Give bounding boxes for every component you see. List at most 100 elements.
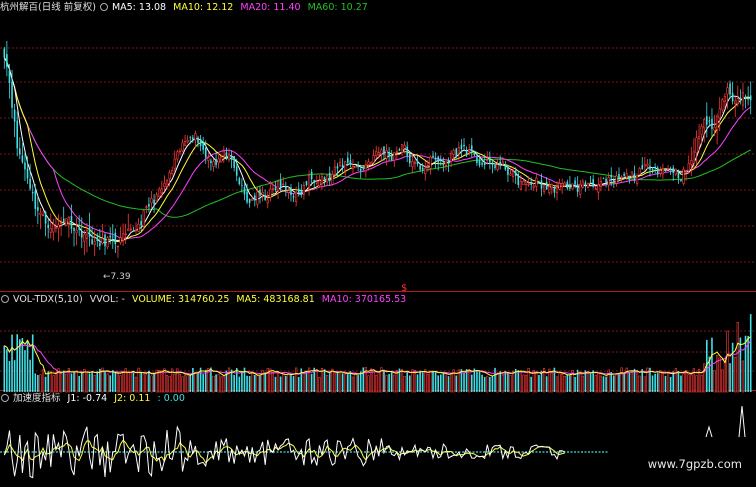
candle-body [318,180,321,186]
volume-bar [408,375,411,392]
volume-bar [235,368,238,392]
candle-body [594,188,597,190]
volume-bar [181,376,184,393]
candle-body [163,182,166,187]
candle-body [545,181,548,190]
volume-bar [93,374,96,393]
candle-body [566,181,569,189]
volume-bar [178,374,182,393]
candle-body [292,196,295,198]
volume-bar [44,376,47,392]
candle-body [13,109,16,122]
ma10-legend: MA10: 12.12 [173,2,234,13]
volume-bar [659,370,662,393]
volume-bar [532,370,535,393]
candle-body [530,182,532,185]
volume-bar [41,369,45,393]
indicator-options-icon[interactable] [1,394,9,402]
candle-body [153,199,155,205]
candle-body [439,162,442,164]
candle-body [419,165,421,170]
volume-bar [183,375,187,393]
volume-bar [326,375,329,393]
ma20-legend: MA20: 11.40 [240,2,301,13]
candle-body [47,224,49,229]
volume-bar [592,370,594,392]
candle-body [259,189,261,196]
volume-bar [666,371,670,393]
candle-body [106,237,109,248]
volume-bar [695,375,698,393]
volume-ma10-legend: MA10: 370165.53 [321,294,407,305]
candle-body [388,152,390,156]
volume-bar [96,371,99,392]
volume-bar [739,337,742,392]
candle-body [78,227,80,230]
candle-body [18,148,21,155]
volume-bar [661,371,664,393]
volume-bar [486,375,489,393]
volume-bar [341,373,344,392]
volume-bar [656,373,659,392]
ma5-legend: MA5: 13.08 [111,2,167,13]
volume-bar [65,373,68,393]
candle-body [656,167,659,175]
volume-bar [586,371,590,393]
candle-body [96,237,99,241]
candle-body [734,100,737,105]
price-panel-header: 杭州解百(日线 前复权) MA5: 13.08 MA10: 12.12 MA20:… [0,1,372,14]
candle-body [726,87,729,95]
volume-bar [24,350,26,392]
candle-body [142,210,145,227]
volume-bar [421,372,424,392]
candle-body [375,151,378,156]
volume-bar [192,367,194,392]
candle-body [207,157,210,161]
candle-body [716,115,719,130]
candle-body [222,150,225,156]
low-price-value: 7.39 [110,272,131,282]
vvol-legend: VVOL: - [89,294,125,305]
volume-bar [26,340,29,392]
volume-bar [535,373,538,393]
volume-bar [282,371,285,393]
candle-body [254,195,256,201]
panel-options-icon[interactable] [99,3,108,11]
volume-bar [132,372,135,392]
candle-body [307,175,311,188]
candle-body [514,170,517,176]
candle-body [586,183,590,188]
candle-body [383,146,385,155]
candle-body [486,159,489,162]
candle-body [227,153,231,161]
candle-body [331,173,334,185]
candle-body [155,194,158,202]
candle-body [186,139,189,143]
volume-bar [6,349,8,392]
candle-body [682,169,685,184]
candle-body [468,149,471,152]
volume-bar [11,334,13,392]
volume-bar [271,371,274,393]
volume-bar [574,376,576,392]
candle-body [677,170,680,179]
volume-options-icon[interactable] [1,295,9,303]
candle-body [741,92,745,106]
candle-body [320,176,324,185]
volume-bar [279,376,282,392]
candle-body [377,152,380,155]
candle-body [635,175,639,184]
volume-bar [276,371,280,393]
volume-bar [749,314,752,392]
volume-bar [734,356,737,393]
candle-body [692,151,695,164]
candle-body [749,95,752,101]
candle-body [109,235,111,238]
volume-bar [530,376,532,392]
volume-bar [700,374,703,393]
volume-bar [483,376,486,392]
volume-bar [395,370,398,393]
volume-bar [499,371,501,392]
volume-bar [31,334,34,392]
volume-bars [3,314,752,393]
